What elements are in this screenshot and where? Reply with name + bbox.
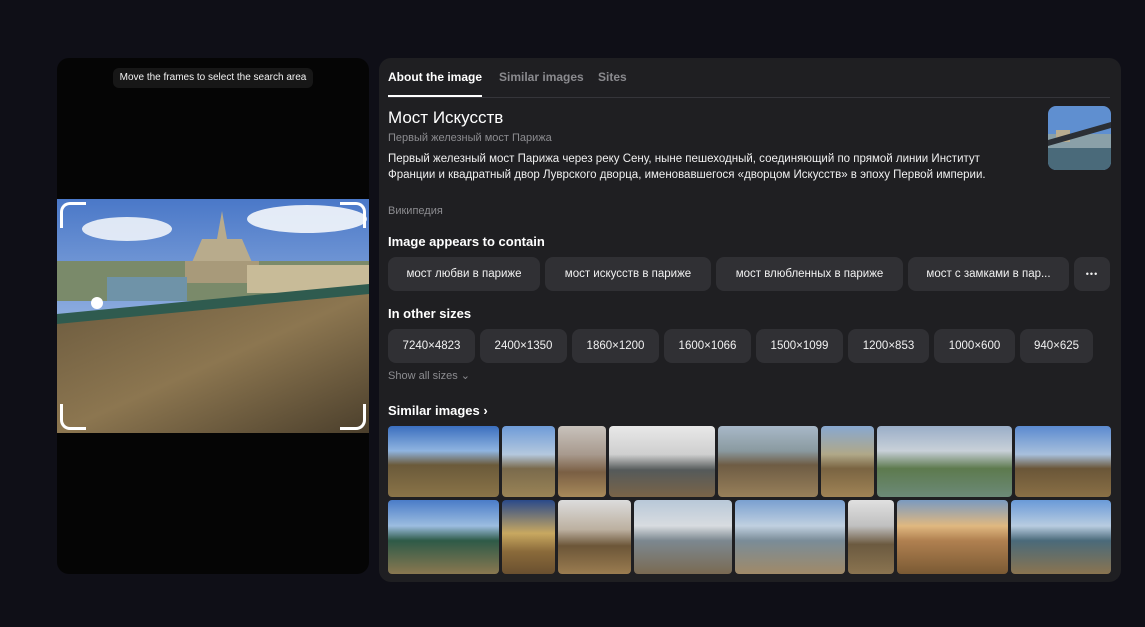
size-chip[interactable]: 7240×4823 [388, 329, 475, 363]
tab-bar: About the image Similar images Sites [388, 58, 1110, 98]
tag-chip[interactable]: мост любви в париже [388, 257, 540, 291]
more-tags-button[interactable]: ••• [1074, 257, 1110, 291]
image-preview-panel: Move the frames to select the search are… [57, 58, 369, 574]
frame-corner-bottom-left[interactable] [60, 404, 86, 430]
entity-description: Первый железный мост Парижа через реку С… [388, 153, 986, 181]
preview-image-graphic [57, 199, 369, 433]
size-chip[interactable]: 1860×1200 [572, 329, 659, 363]
size-chip[interactable]: 1000×600 [934, 329, 1015, 363]
similar-heading[interactable]: Similar images › [388, 403, 488, 418]
similar-image-thumb[interactable] [821, 426, 874, 497]
frame-corner-bottom-right[interactable] [340, 404, 366, 430]
entity-subtitle: Первый железный мост Парижа [388, 132, 552, 144]
similar-image-thumb[interactable] [558, 500, 631, 574]
entity-thumbnail-graphic [1048, 106, 1111, 170]
similar-image-thumb[interactable] [388, 500, 499, 574]
similar-image-thumb[interactable] [609, 426, 715, 497]
contains-heading: Image appears to contain [388, 234, 545, 249]
similar-image-thumb[interactable] [1015, 426, 1111, 497]
size-chip[interactable]: 1200×853 [848, 329, 929, 363]
show-all-sizes-link[interactable]: Show all sizes ⌄ [388, 369, 470, 382]
similar-image-thumb[interactable] [388, 426, 499, 497]
sizes-heading: In other sizes [388, 306, 472, 321]
size-chip[interactable]: 940×625 [1020, 329, 1093, 363]
entity-thumbnail[interactable] [1048, 106, 1111, 170]
tag-chip[interactable]: мост влюбленных в париже [716, 257, 903, 291]
tag-chip[interactable]: мост искусств в париже [545, 257, 711, 291]
entity-title: Мост Искусств [388, 108, 504, 127]
similar-image-thumb[interactable] [718, 426, 818, 497]
similar-image-thumb[interactable] [502, 500, 555, 574]
size-chip[interactable]: 1600×1066 [664, 329, 751, 363]
similar-image-thumb[interactable] [735, 500, 845, 574]
tag-chip[interactable]: мост с замками в пар... [908, 257, 1069, 291]
similar-image-thumb[interactable] [848, 500, 894, 574]
similar-image-thumb[interactable] [558, 426, 606, 497]
size-chip[interactable]: 2400×1350 [480, 329, 567, 363]
frame-corner-top-right[interactable] [340, 202, 366, 228]
frame-corner-top-left[interactable] [60, 202, 86, 228]
image-info-panel: About the image Similar images Sites Мос… [379, 58, 1121, 582]
tab-sites[interactable]: Sites [598, 70, 627, 97]
selection-hint: Move the frames to select the search are… [113, 68, 313, 88]
similar-image-thumb[interactable] [502, 426, 555, 497]
similar-image-thumb[interactable] [634, 500, 732, 574]
size-chip[interactable]: 1500×1099 [756, 329, 843, 363]
tab-similar-images[interactable]: Similar images [499, 70, 584, 97]
preview-image[interactable] [57, 199, 369, 433]
tab-about-image[interactable]: About the image [388, 70, 483, 97]
similar-image-thumb[interactable] [1011, 500, 1111, 574]
similar-image-thumb[interactable] [897, 500, 1008, 574]
similar-image-thumb[interactable] [877, 426, 1012, 497]
entity-source[interactable]: Википедия [388, 205, 443, 217]
